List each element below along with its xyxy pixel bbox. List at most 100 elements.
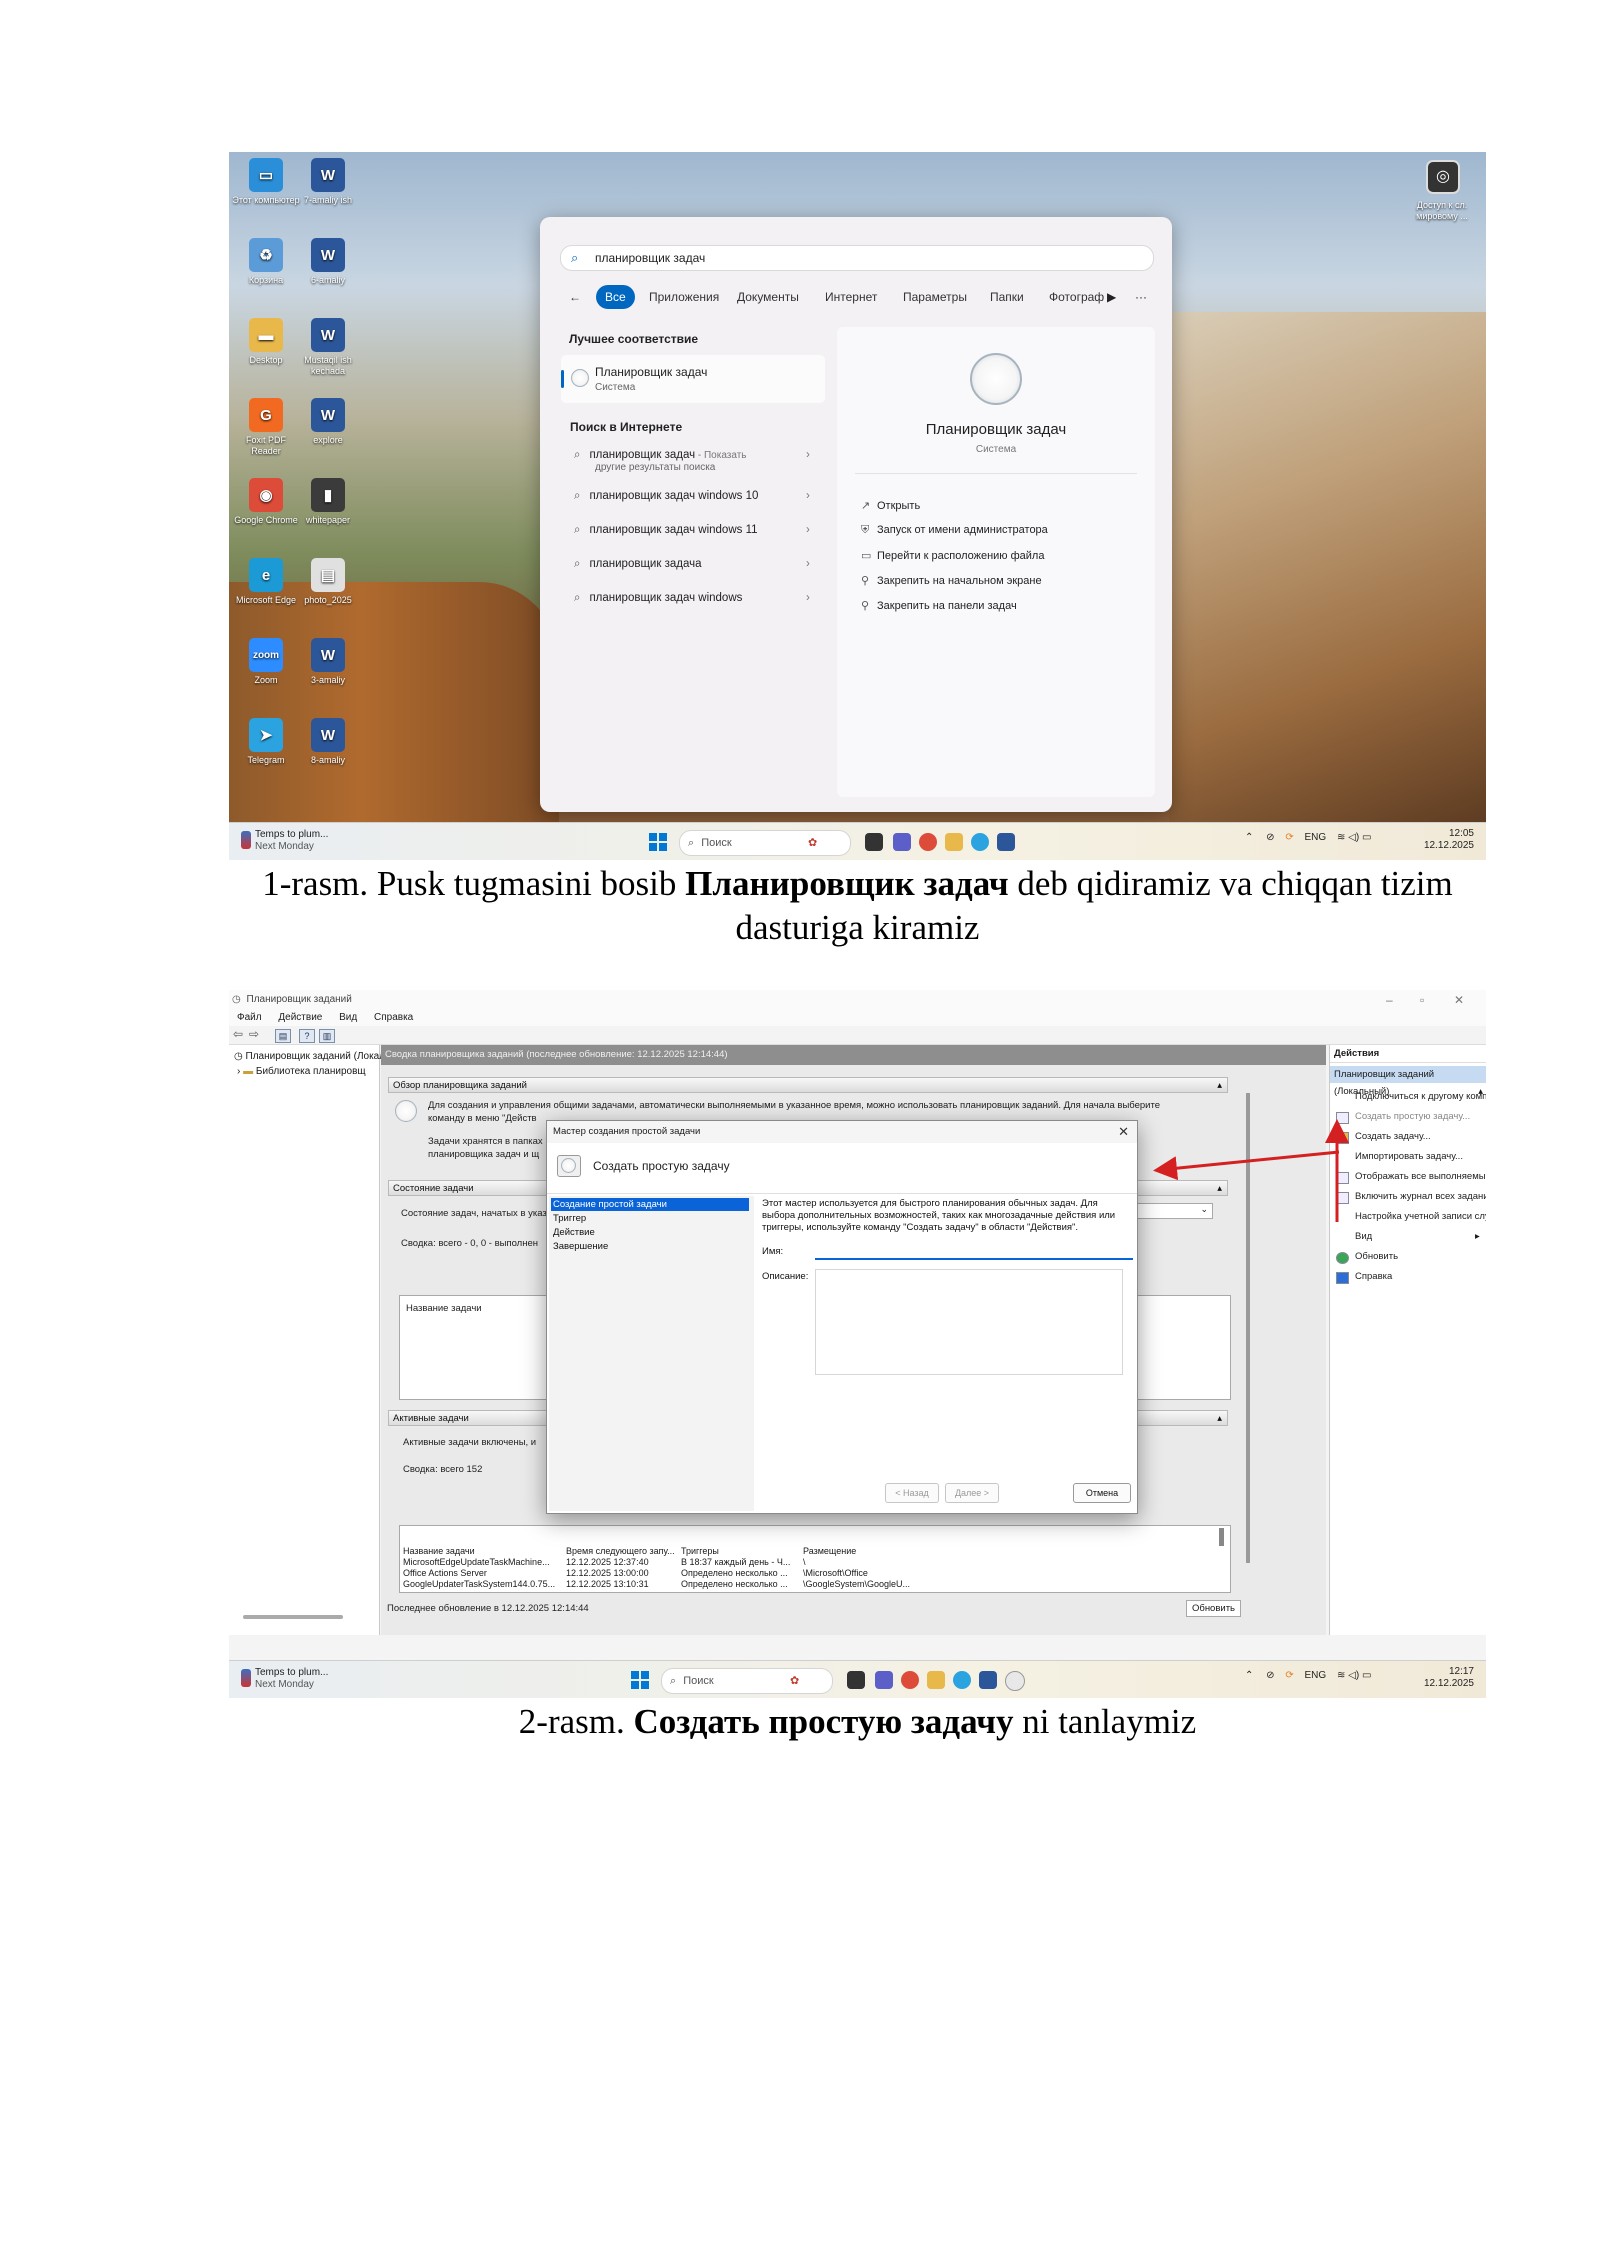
word-icon[interactable]	[997, 833, 1015, 851]
copilot-icon[interactable]: ◎	[1426, 160, 1460, 194]
chevron-up-icon[interactable]: ⌃	[1245, 832, 1253, 843]
chip-folders[interactable]: Папки	[981, 285, 1033, 309]
web-search-icon: ⌕	[574, 558, 581, 570]
start-icon[interactable]	[649, 833, 667, 851]
desktop-app-icon: ▬	[249, 318, 283, 352]
web-result[interactable]: ⌕ планировщик задач windows 11 ›	[574, 524, 810, 537]
desktop-icon[interactable]: Wexplore	[293, 398, 363, 446]
system-tray[interactable]: ⌃ ⊘ ⟳ ENG ≋ ◁) ▭	[1245, 832, 1371, 843]
telegram-icon-2[interactable]	[953, 1671, 971, 1689]
web-result[interactable]: ⌕ планировщик задач - Показать › другие рез…	[574, 449, 810, 473]
update-icon-2: ⟳	[1285, 1670, 1294, 1681]
weather-line-2: Next Monday	[255, 841, 314, 852]
desktop-icon[interactable]: W Mustaqil ish kechada	[293, 318, 363, 377]
app-action[interactable]: ↗ Открыть	[861, 499, 920, 512]
chrome-icon-2[interactable]	[901, 1671, 919, 1689]
chip-documents[interactable]: Документы	[728, 285, 808, 309]
desktop-icon[interactable]: W 3-amaliy	[293, 638, 363, 686]
desktop-icon[interactable]: ◉ Google Chrome	[231, 478, 301, 526]
weather-line-1: Temps to plum...	[255, 829, 329, 840]
word-icon-2[interactable]	[979, 1671, 997, 1689]
task-view-icon[interactable]	[865, 833, 883, 851]
start-icon-2[interactable]	[631, 1671, 649, 1689]
desktop-app-icon: W	[311, 238, 345, 272]
app-action[interactable]: ⚲ Закрепить на начальном экране	[861, 574, 1042, 587]
desktop-app-icon: ▤	[311, 558, 345, 592]
taskbar-search[interactable]: ⌕ Поиск ✿	[679, 830, 851, 856]
desktop-icon-label: Mustaqil ish kechada	[304, 355, 352, 376]
chevron-right-icon[interactable]: ›	[806, 524, 810, 536]
desktop-icon[interactable]: W 7-amaliy ish	[293, 158, 363, 206]
desktop-app-icon: ▮	[311, 478, 345, 512]
teams-icon[interactable]	[893, 833, 911, 851]
web-result[interactable]: ⌕ планировщик задач windows 10 ›	[574, 490, 810, 503]
telegram-icon[interactable]	[971, 833, 989, 851]
weather-widget[interactable]: Temps to plum... Next Monday	[241, 829, 328, 853]
best-match-item[interactable]: Планировщик задач Система	[561, 355, 825, 403]
clock-date: 12.12.2025	[1423, 840, 1474, 851]
chip-all[interactable]: Все	[596, 285, 635, 309]
task-scheduler-large-icon	[970, 353, 1022, 405]
start-search-panel: ⌕ планировщик задач ← Все Приложения Док…	[540, 217, 1172, 812]
task-view-icon-2[interactable]	[847, 1671, 865, 1689]
desktop-icon[interactable]: ▭ Этот компьютер	[231, 158, 301, 206]
best-match-title: Планировщик задач	[595, 365, 708, 379]
search-query: планировщик задач	[595, 251, 706, 265]
chip-apps[interactable]: Приложения	[640, 285, 728, 309]
folder-open-icon: ▭	[861, 550, 872, 562]
clock-2[interactable]: 12:17 12.12.2025	[1419, 1666, 1474, 1690]
weather-widget-2[interactable]: Temps to plum... Next Monday	[241, 1667, 328, 1691]
desktop-icon-label: Microsoft Edge	[235, 595, 297, 605]
chip-internet[interactable]: Интернет	[816, 285, 886, 309]
play-icon[interactable]: ▶	[1098, 285, 1125, 309]
chevron-right-icon[interactable]: ›	[806, 558, 810, 570]
app-name: Планировщик задач	[925, 421, 1067, 438]
task-scheduler-taskbar-icon[interactable]	[1005, 1671, 1025, 1691]
desktop-icon[interactable]: e Microsoft Edge	[231, 558, 301, 606]
screenshot-task-scheduler: ◷ Планировщик заданий – ▫ ✕ Файл Действи…	[229, 990, 1486, 1698]
desktop-icon-label: Telegram	[247, 755, 285, 765]
desktop-icon-label: Google Chrome	[234, 515, 298, 525]
app-action[interactable]: ⚲ Закрепить на панели задач	[861, 599, 1017, 612]
app-details-panel: Планировщик задач Система ↗ Открыть ⛨ Запус…	[837, 327, 1155, 797]
desktop-icon[interactable]: ♻ Корзина	[231, 238, 301, 286]
app-action[interactable]: ⛨ Запуск от имени администратора	[861, 524, 1048, 537]
more-icon[interactable]: ···	[1126, 285, 1156, 309]
desktop-icon[interactable]: ▮ whitepaper	[293, 478, 363, 526]
desktop-icon[interactable]: W 8-amaliy	[293, 718, 363, 766]
back-arrow-icon[interactable]: ←	[560, 285, 590, 309]
teams-icon-2[interactable]	[875, 1671, 893, 1689]
network-off-icon-2: ⊘	[1266, 1670, 1275, 1681]
desktop-icon[interactable]: ➤ Telegram	[231, 718, 301, 766]
taskbar-search-2[interactable]: ⌕ Поиск ✿	[661, 1668, 833, 1694]
annotation-arrows	[1153, 1119, 1349, 1222]
clock[interactable]: 12:05 12.12.2025	[1419, 828, 1474, 852]
language-indicator-2[interactable]: ENG	[1305, 1670, 1327, 1681]
desktop-icon[interactable]: G Foxit PDF Reader	[231, 398, 301, 457]
chevron-up-icon-2[interactable]: ⌃	[1245, 1670, 1253, 1681]
web-result[interactable]: ⌕ планировщик задача ›	[574, 558, 810, 571]
app-action[interactable]: ▭ Перейти к расположению файла	[861, 549, 1044, 562]
desktop-icon[interactable]: W 6-amaliy	[293, 238, 363, 286]
open-icon: ↗	[861, 500, 871, 512]
desktop-app-icon: W	[311, 398, 345, 432]
explorer-icon[interactable]	[945, 833, 963, 851]
chevron-right-icon[interactable]: ›	[806, 592, 810, 604]
chip-settings[interactable]: Параметры	[894, 285, 976, 309]
desktop-icon-label: 6-amaliy	[310, 275, 345, 285]
update-icon: ⟳	[1285, 832, 1294, 843]
arrow-to-wizard	[1153, 1150, 1340, 1181]
chevron-right-icon[interactable]: ›	[806, 449, 810, 461]
desktop-icon[interactable]: ▬ Desktop	[231, 318, 301, 366]
network-off-icon: ⊘	[1266, 832, 1275, 843]
chrome-icon[interactable]	[919, 833, 937, 851]
search-input[interactable]: ⌕ планировщик задач	[560, 245, 1154, 271]
desktop-icon[interactable]: ▤ photo_2025	[293, 558, 363, 606]
chevron-right-icon[interactable]: ›	[806, 490, 810, 502]
web-result[interactable]: ⌕ планировщик задач windows ›	[574, 592, 810, 605]
desktop-icon[interactable]: zoom Zoom	[231, 638, 301, 686]
explorer-icon-2[interactable]	[927, 1671, 945, 1689]
system-tray-2[interactable]: ⌃ ⊘ ⟳ ENG ≋ ◁) ▭	[1245, 1670, 1371, 1681]
language-indicator[interactable]: ENG	[1305, 832, 1327, 843]
desktop-app-icon: ➤	[249, 718, 283, 752]
